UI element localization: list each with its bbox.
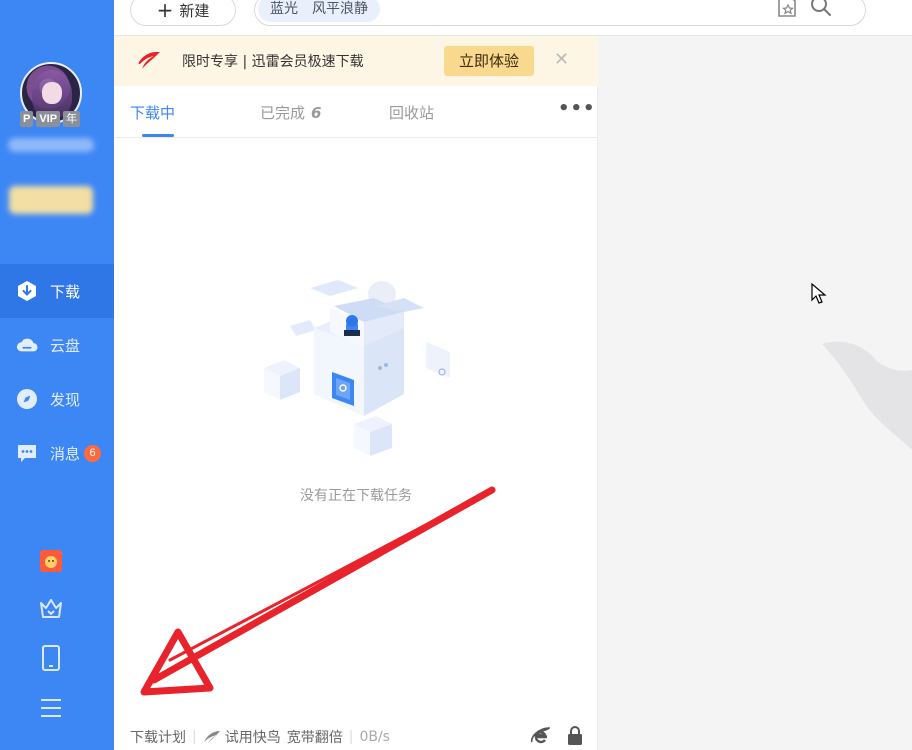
promo-banner: 限时专享 | 迅雷会员极速下载 立即体验 ✕ xyxy=(114,36,598,86)
mouse-cursor-icon xyxy=(811,283,827,304)
level-badge: P xyxy=(20,111,34,127)
message-count-badge: 6 xyxy=(84,444,102,462)
watermark-bird-icon xyxy=(822,341,912,450)
download-speed: 0B/s xyxy=(359,729,390,745)
membership-badges: P VIP 年 xyxy=(20,111,81,127)
tab-downloading[interactable]: 下载中 xyxy=(130,102,175,123)
sidebar: P VIP 年 下载 云盘 发现 消息 6 xyxy=(0,0,114,750)
search-tag[interactable]: 风平浪静 xyxy=(312,0,368,22)
sidebar-item-label: 下载 xyxy=(50,282,81,301)
download-icon xyxy=(16,280,38,302)
new-task-label: 新建 xyxy=(179,1,210,20)
crown-icon[interactable] xyxy=(38,596,64,622)
annotation-arrow xyxy=(140,486,496,696)
tab-completed-label: 已完成 xyxy=(260,104,306,122)
bandwidth-double-link[interactable]: 宽带翻倍 xyxy=(287,727,343,747)
browser-ie-icon[interactable] xyxy=(530,726,551,750)
bookmark-star-icon[interactable] xyxy=(775,0,799,19)
divider: | xyxy=(192,729,197,745)
speedup-bird-icon xyxy=(203,730,221,744)
tab-completed[interactable]: 已完成 6 xyxy=(260,102,321,123)
close-icon[interactable]: ✕ xyxy=(554,49,569,70)
sidebar-item-cloud[interactable]: 云盘 xyxy=(0,318,114,372)
top-bar: + 新建 蓝光 风平浪静 xyxy=(114,0,912,36)
cloud-icon xyxy=(16,334,38,356)
search-icon[interactable] xyxy=(809,0,833,19)
lock-icon[interactable] xyxy=(566,726,584,750)
search-tags: 蓝光 风平浪静 xyxy=(258,0,380,22)
message-icon xyxy=(16,442,38,464)
xunlei-bird-logo-icon xyxy=(136,50,162,76)
more-options-icon[interactable]: ••• xyxy=(558,98,596,119)
blurred-vip-button[interactable] xyxy=(9,186,93,214)
gift-icon[interactable] xyxy=(38,548,64,574)
promo-text: 限时专享 | 迅雷会员极速下载 xyxy=(182,54,364,70)
download-plan-link[interactable]: 下载计划 xyxy=(130,727,186,747)
plus-icon: + xyxy=(156,0,174,22)
sidebar-item-label: 发现 xyxy=(50,390,81,409)
vip-badge: VIP xyxy=(36,111,61,127)
sidebar-item-label: 消息 xyxy=(50,444,81,463)
divider: | xyxy=(348,729,354,745)
try-bird-link[interactable]: 试用快鸟 xyxy=(225,727,281,747)
sidebar-item-discover[interactable]: 发现 xyxy=(0,372,114,426)
status-bar: 下载计划 | 试用快鸟 宽带翻倍 | 0B/s xyxy=(114,724,598,750)
avatar-face xyxy=(42,82,62,104)
sidebar-item-messages[interactable]: 消息 6 xyxy=(0,426,114,480)
empty-box-illustration xyxy=(264,280,450,456)
search-tag[interactable]: 蓝光 xyxy=(270,0,298,22)
menu-icon[interactable] xyxy=(38,695,64,721)
tab-bar: 下载中 已完成 6 回收站 ••• xyxy=(114,86,598,138)
search-box[interactable]: 蓝光 风平浪静 xyxy=(254,0,866,26)
tab-recycle-bin[interactable]: 回收站 xyxy=(389,102,434,123)
completed-count: 6 xyxy=(311,104,322,122)
blurred-username xyxy=(8,138,94,152)
year-badge: 年 xyxy=(63,111,81,127)
compass-icon xyxy=(16,388,38,410)
active-tab-underline xyxy=(142,134,174,137)
sidebar-nav: 下载 云盘 发现 消息 6 xyxy=(0,264,114,480)
try-now-button[interactable]: 立即体验 xyxy=(444,46,534,76)
sidebar-item-label: 云盘 xyxy=(50,336,81,355)
phone-icon[interactable] xyxy=(38,645,64,671)
sidebar-item-download[interactable]: 下载 xyxy=(0,264,114,318)
new-task-button[interactable]: + 新建 xyxy=(130,0,236,26)
status-icons xyxy=(530,726,584,750)
